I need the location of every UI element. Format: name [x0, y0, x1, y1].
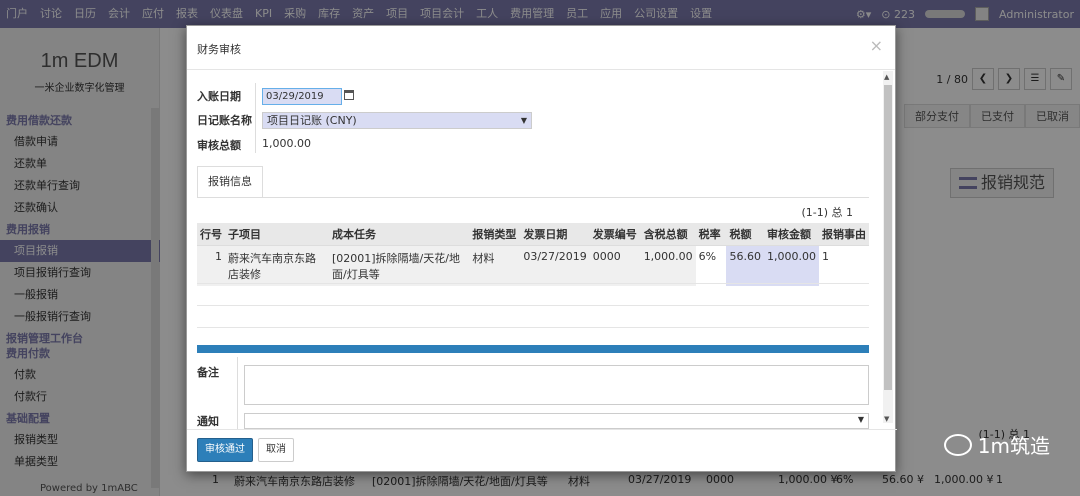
expense-lines-table: 行号 子项目 成本任务 报销类型 发票日期 发票编号 含税总额 税率 税额 审核… [197, 223, 869, 286]
scroll-down-icon[interactable]: ▼ [884, 415, 889, 423]
col-review-amount[interactable]: 审核金额 [763, 223, 819, 246]
col-line-no[interactable]: 行号 [197, 223, 225, 246]
watermark: 1m筑造 [943, 430, 1050, 459]
col-invoice-no[interactable]: 发票编号 [589, 223, 641, 246]
modal-title: 财务审核 [197, 43, 241, 56]
cell-expense-type: 材料 [469, 245, 521, 286]
review-total-value: 1,000.00 [262, 137, 311, 150]
modal-body: 入账日期 03/29/2019 日记账名称 项目日记账 (CNY) ▼ 审核总额… [187, 71, 897, 429]
note-label: 备注 [197, 366, 219, 379]
table-row[interactable]: 1 蔚来汽车南京东路店装修 [02001]拆除隔墙/天花/地面/灯具等 材料 0… [197, 245, 869, 286]
finance-review-dialog: 财务审核 × 入账日期 03/29/2019 日记账名称 项目日记账 (CNY)… [186, 25, 897, 473]
cell-cost-task: [02001]拆除隔墙/天花/地面/灯具等 [328, 245, 470, 286]
modal-footer: 审核通过 取消 [187, 429, 897, 473]
col-reason[interactable]: 报销事由 [819, 223, 869, 246]
approve-button[interactable]: 审核通过 [197, 438, 253, 462]
col-tax-rate[interactable]: 税率 [695, 223, 727, 246]
table-header-row: 行号 子项目 成本任务 报销类型 发票日期 发票编号 含税总额 税率 税额 审核… [197, 223, 869, 246]
modal-header: 财务审核 × [187, 26, 895, 70]
col-expense-type[interactable]: 报销类型 [469, 223, 521, 246]
cancel-button[interactable]: 取消 [258, 438, 294, 462]
note-textarea[interactable] [244, 365, 869, 405]
notify-label: 通知 [197, 415, 219, 428]
field-divider [237, 357, 238, 429]
cell-total-incl-tax: 1,000.00 [640, 245, 696, 286]
section-divider-bar [197, 345, 869, 353]
wechat-icon [943, 433, 972, 456]
cell-tax-amount[interactable]: 56.60 [726, 245, 764, 286]
notify-select[interactable]: ▼ [244, 413, 869, 429]
table-empty-row [197, 283, 869, 284]
cell-tax-rate[interactable]: 6% [695, 245, 727, 286]
chevron-down-icon: ▼ [520, 116, 527, 125]
journal-select[interactable]: 项目日记账 (CNY) ▼ [262, 112, 532, 129]
field-divider [255, 83, 256, 153]
col-cost-task[interactable]: 成本任务 [328, 223, 470, 246]
col-subproject[interactable]: 子项目 [225, 223, 329, 246]
table-empty-row [197, 305, 869, 306]
col-total-incl-tax[interactable]: 含税总额 [640, 223, 696, 246]
table-empty-row [197, 327, 869, 328]
modal-scrollbar[interactable]: ▲ ▼ [883, 71, 893, 423]
journal-select-value: 项目日记账 (CNY) [267, 114, 357, 127]
tab-divider [197, 197, 869, 198]
calendar-icon[interactable] [344, 90, 354, 100]
cell-review-amount[interactable]: 1,000.00 [763, 245, 819, 286]
table-record-count: (1-1) 总 1 [801, 206, 853, 219]
cell-subproject: 蔚来汽车南京东路店装修 [225, 245, 329, 286]
journal-label: 日记账名称 [197, 114, 252, 127]
cell-invoice-date: 03/27/2019 [520, 245, 590, 286]
col-invoice-date[interactable]: 发票日期 [520, 223, 590, 246]
posting-date-input[interactable]: 03/29/2019 [262, 88, 342, 105]
chevron-down-icon: ▼ [857, 415, 864, 424]
posting-date-label: 入账日期 [197, 90, 241, 103]
col-tax-amount[interactable]: 税额 [726, 223, 764, 246]
review-total-label: 审核总额 [197, 139, 241, 152]
scrollbar-thumb[interactable] [884, 85, 892, 390]
cell-invoice-no: 0000 [589, 245, 641, 286]
cell-reason[interactable]: 1 [819, 245, 869, 286]
cell-line-no: 1 [197, 245, 225, 286]
tab-expense-info[interactable]: 报销信息 [197, 166, 263, 198]
watermark-text: 1m筑造 [977, 434, 1050, 458]
close-icon[interactable]: × [870, 36, 883, 55]
scroll-up-icon[interactable]: ▲ [884, 73, 889, 81]
